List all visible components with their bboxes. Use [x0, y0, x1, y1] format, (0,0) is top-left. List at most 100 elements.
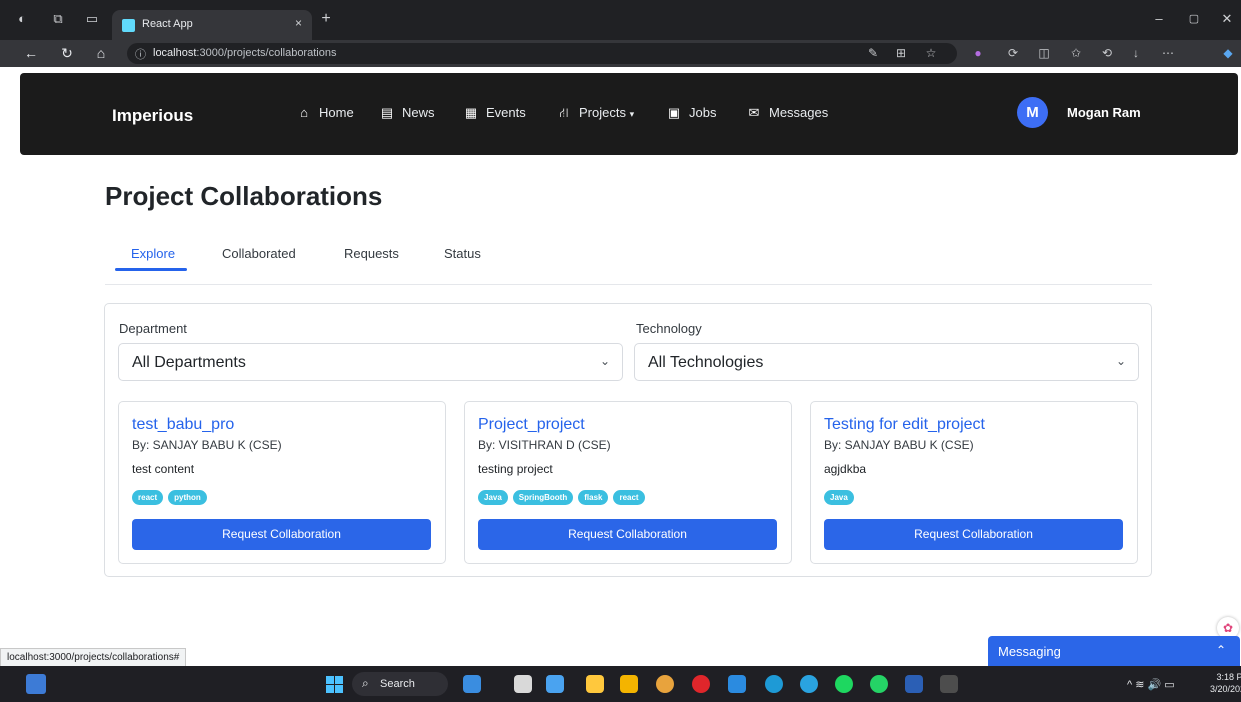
nav-messages[interactable]: ✉ Messages	[746, 105, 829, 121]
sitemap-icon: ⛙	[559, 105, 569, 120]
department-value: All Departments	[132, 354, 246, 371]
task-view-icon[interactable]	[514, 675, 532, 693]
nav-events-label: Events	[486, 105, 526, 120]
user-name[interactable]: Mogan Ram	[1067, 105, 1141, 120]
reload-icon[interactable]: ↻	[58, 44, 76, 62]
clock-time: 3:18 PM	[1216, 672, 1241, 682]
caret-down-icon: ▾	[629, 109, 635, 119]
favorite-star-icon[interactable]: ☆	[923, 45, 939, 61]
chrome-icon[interactable]	[656, 675, 674, 693]
edge-icon[interactable]	[765, 675, 783, 693]
projects-panel: Department All Departments ⌄ Technology …	[104, 303, 1152, 577]
nav-events[interactable]: ▦ Events	[463, 105, 526, 121]
window-close-icon[interactable]: ✕	[1219, 11, 1235, 27]
read-aloud-icon[interactable]: ✎	[865, 45, 881, 61]
technology-select[interactable]: All Technologies ⌄	[634, 343, 1139, 381]
app-available-icon[interactable]: ⊞	[893, 45, 909, 61]
clock-date: 3/20/2025	[1210, 684, 1241, 694]
avatar[interactable]: M	[1017, 97, 1048, 128]
nav-messages-label: Messages	[769, 105, 829, 120]
system-tray-icons[interactable]: ^ ≋ 🔊 ▭	[1127, 678, 1175, 691]
downloads-icon[interactable]: ↓	[1128, 45, 1144, 61]
copilot-icon[interactable]: ◆	[1220, 45, 1236, 61]
project-card: test_babu_pro By: SANJAY BABU K (CSE) te…	[118, 401, 446, 564]
status-bar-url: localhost:3000/projects/collaborations#	[0, 648, 187, 667]
spotify-icon[interactable]	[835, 675, 853, 693]
new-tab-icon[interactable]: +	[318, 11, 334, 27]
more-icon[interactable]: ⋯	[1160, 45, 1176, 61]
tab-actions-icon[interactable]: ▭	[84, 11, 100, 27]
back-icon[interactable]: ←	[22, 44, 40, 62]
project-title[interactable]: Project_project	[478, 416, 585, 434]
split-screen-icon[interactable]: ◫	[1036, 45, 1052, 61]
project-author: By: SANJAY BABU K (CSE)	[824, 438, 974, 452]
messaging-widget[interactable]: Messaging ⌃	[988, 636, 1240, 666]
site-info-icon[interactable]: ⓘ	[135, 46, 146, 62]
home-browser-icon[interactable]: ⌂	[92, 44, 110, 62]
terminal-icon[interactable]	[940, 675, 958, 693]
request-collaboration-button[interactable]: Request Collaboration	[824, 519, 1123, 550]
favorites-icon[interactable]: ✩	[1068, 45, 1084, 61]
tab-close-icon[interactable]: ×	[295, 16, 302, 30]
project-title[interactable]: Testing for edit_project	[824, 416, 985, 434]
brand-logo[interactable]: Imperious	[112, 106, 193, 126]
copilot-app-icon[interactable]	[463, 675, 481, 693]
messaging-label: Messaging	[998, 644, 1061, 659]
briefcase-icon: ▣	[667, 105, 681, 120]
tab-requests[interactable]: Requests	[344, 246, 399, 261]
taskbar: ⌕ Search ^ ≋ 🔊 ▭ 3:18 PM 3/20/2025	[0, 666, 1241, 702]
chevron-up-icon[interactable]: ⌃	[1216, 643, 1226, 657]
project-title[interactable]: test_babu_pro	[132, 416, 234, 434]
request-collaboration-button[interactable]: Request Collaboration	[132, 519, 431, 550]
tab-collaborated[interactable]: Collaborated	[222, 246, 296, 261]
edge-dev-icon[interactable]	[546, 675, 564, 693]
envelope-icon: ✉	[748, 105, 760, 120]
browser-tab[interactable]: React App ×	[112, 10, 312, 40]
taskbar-search[interactable]: ⌕ Search	[352, 672, 448, 696]
tech-tag: SpringBooth	[512, 490, 574, 505]
department-label: Department	[119, 321, 187, 336]
department-select[interactable]: All Departments ⌄	[118, 343, 623, 381]
minimize-icon[interactable]: –	[1151, 11, 1167, 27]
tab-status[interactable]: Status	[444, 246, 481, 261]
react-favicon-icon	[122, 19, 135, 32]
chevron-down-icon: ⌄	[1115, 354, 1126, 368]
file-explorer-icon[interactable]	[620, 675, 638, 693]
tag-list: Java	[824, 490, 854, 505]
workspaces-icon[interactable]: ⧉	[50, 11, 66, 27]
app-navbar: Imperious ⌂ Home ▤ News ▦ Events ⛙ Projects …	[20, 73, 1238, 155]
tab-explore[interactable]: Explore	[131, 246, 175, 261]
whatsapp-icon[interactable]	[870, 675, 888, 693]
vscode-icon[interactable]	[728, 675, 746, 693]
address-bar[interactable]: ⓘ localhost:3000/projects/collaborations…	[127, 43, 957, 64]
word-icon[interactable]	[905, 675, 923, 693]
request-collaboration-button[interactable]: Request Collaboration	[478, 519, 777, 550]
page-title: Project Collaborations	[105, 181, 383, 211]
start-button[interactable]	[326, 676, 343, 693]
extension-icon[interactable]: ●	[970, 45, 986, 61]
nav-projects-label: Projects	[579, 105, 626, 120]
telegram-icon[interactable]	[800, 675, 818, 693]
url-path: :3000/projects/collaborations	[196, 47, 337, 59]
store-icon[interactable]	[586, 675, 604, 693]
maximize-icon[interactable]: ▢	[1186, 11, 1202, 27]
tech-tag: flask	[578, 490, 609, 505]
collaboration-tabs: Explore Collaborated Requests Status	[105, 230, 1152, 285]
nav-projects-dropdown[interactable]: ⛙ Projects ▾	[556, 105, 634, 123]
profile-icon[interactable]: ◐	[14, 11, 30, 27]
opera-icon[interactable]	[692, 675, 710, 693]
chevron-down-icon: ⌄	[599, 354, 610, 368]
nav-jobs[interactable]: ▣ Jobs	[666, 105, 717, 121]
tab-title: React App	[142, 18, 193, 30]
tech-tag: Java	[478, 490, 508, 505]
history-icon[interactable]: ⟲	[1099, 45, 1115, 61]
project-card: Testing for edit_project By: SANJAY BABU…	[810, 401, 1138, 564]
nav-news[interactable]: ▤ News	[379, 105, 435, 121]
widgets-icon[interactable]	[26, 674, 46, 694]
extension-2-icon[interactable]: ⟳	[1005, 45, 1021, 61]
nav-home[interactable]: ⌂ Home	[296, 105, 354, 120]
nav-news-label: News	[402, 105, 435, 120]
project-author: By: VISITHRAN D (CSE)	[478, 438, 611, 452]
active-tab-indicator	[115, 268, 187, 271]
clock[interactable]: 3:18 PM 3/20/2025	[1210, 671, 1241, 695]
